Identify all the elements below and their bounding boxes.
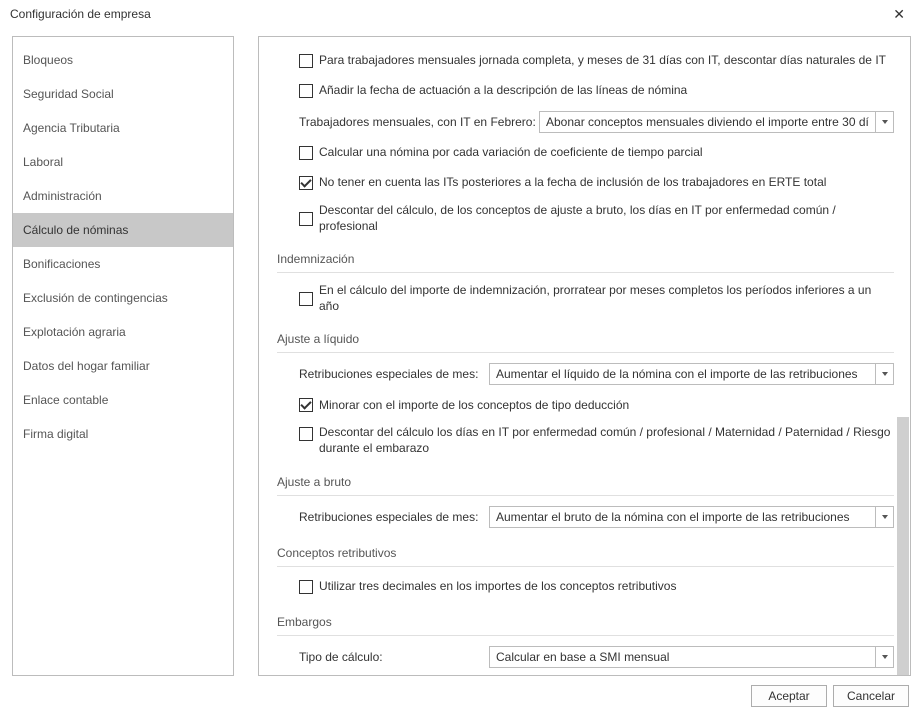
sidebar-item[interactable]: Enlace contable <box>13 383 233 417</box>
checkbox-label: Descontar del cálculo los días en IT por… <box>319 425 894 456</box>
chevron-down-icon <box>875 507 893 527</box>
chevron-down-icon <box>875 647 893 667</box>
sidebar-item[interactable]: Administración <box>13 179 233 213</box>
trab-mensuales-dropdown[interactable]: Abonar conceptos mensuales diviendo el i… <box>539 111 894 133</box>
check-row: En el cálculo del importe de indemnizaci… <box>277 283 894 314</box>
scrollbar-thumb[interactable] <box>897 417 909 675</box>
window-title: Configuración de empresa <box>10 7 151 21</box>
dropdown-value: Aumentar el líquido de la nómina con el … <box>490 367 875 381</box>
checkbox-label: Minorar con el importe de los conceptos … <box>319 398 629 414</box>
titlebar: Configuración de empresa ✕ <box>0 0 923 28</box>
check-row: Utilizar tres decimales en los importes … <box>277 577 894 597</box>
dropdown-value: Calcular en base a SMI mensual <box>490 650 875 664</box>
section-indemnizacion: Indemnización <box>277 244 894 273</box>
trab-mensuales-label: Trabajadores mensuales, con IT en Febrer… <box>299 115 539 129</box>
retrib-bruto-label: Retribuciones especiales de mes: <box>299 510 489 524</box>
sidebar-item[interactable]: Datos del hogar familiar <box>13 349 233 383</box>
checkbox-label: No tener en cuenta las ITs posteriores a… <box>319 175 826 191</box>
checkbox[interactable] <box>299 292 313 306</box>
section-ajuste-bruto: Ajuste a bruto <box>277 467 894 496</box>
check-row: Calcular una nómina por cada variación d… <box>277 143 894 163</box>
tipo-calculo-dropdown[interactable]: Calcular en base a SMI mensual <box>489 646 894 668</box>
check-row: Añadir la fecha de actuación a la descri… <box>277 81 894 101</box>
checkbox-label: Añadir la fecha de actuación a la descri… <box>319 83 687 99</box>
trab-mensuales-row: Trabajadores mensuales, con IT en Febrer… <box>277 111 894 133</box>
check-row: Descontar del cálculo, de los conceptos … <box>277 203 894 234</box>
sidebar-item[interactable]: Agencia Tributaria <box>13 111 233 145</box>
content-panel: Para trabajadores mensuales jornada comp… <box>258 36 911 676</box>
checkbox[interactable] <box>299 398 313 412</box>
sidebar-item[interactable]: Bonificaciones <box>13 247 233 281</box>
sidebar-item[interactable]: Laboral <box>13 145 233 179</box>
dropdown-value: Abonar conceptos mensuales diviendo el i… <box>540 115 875 129</box>
sidebar-item[interactable]: Bloqueos <box>13 43 233 77</box>
dialog-buttons: Aceptar Cancelar <box>751 685 909 707</box>
tipo-calculo-label: Tipo de cálculo: <box>299 650 489 664</box>
dropdown-value: Aumentar el bruto de la nómina con el im… <box>490 510 875 524</box>
checkbox-label: Para trabajadores mensuales jornada comp… <box>319 53 886 69</box>
close-icon[interactable]: ✕ <box>885 4 913 25</box>
sidebar-item[interactable]: Firma digital <box>13 417 233 451</box>
checkbox[interactable] <box>299 54 313 68</box>
retrib-bruto-row: Retribuciones especiales de mes: Aumenta… <box>277 506 894 528</box>
accept-button[interactable]: Aceptar <box>751 685 827 707</box>
retrib-liquido-row: Retribuciones especiales de mes: Aumenta… <box>277 363 894 385</box>
checkbox[interactable] <box>299 146 313 160</box>
check-row: Descontar del cálculo los días en IT por… <box>277 425 894 456</box>
sidebar: BloqueosSeguridad SocialAgencia Tributar… <box>12 36 234 676</box>
checkbox[interactable] <box>299 176 313 190</box>
retrib-bruto-dropdown[interactable]: Aumentar el bruto de la nómina con el im… <box>489 506 894 528</box>
checkbox[interactable] <box>299 427 313 441</box>
section-embargos: Embargos <box>277 607 894 636</box>
checkbox-label: Descontar del cálculo, de los conceptos … <box>319 203 894 234</box>
checkbox[interactable] <box>299 580 313 594</box>
check-row: No tener en cuenta las ITs posteriores a… <box>277 173 894 193</box>
cancel-button[interactable]: Cancelar <box>833 685 909 707</box>
retrib-liquido-label: Retribuciones especiales de mes: <box>299 367 489 381</box>
tipo-calculo-row: Tipo de cálculo: Calcular en base a SMI … <box>277 646 894 668</box>
sidebar-item[interactable]: Cálculo de nóminas <box>13 213 233 247</box>
check-row: Minorar con el importe de los conceptos … <box>277 395 894 415</box>
checkbox[interactable] <box>299 212 313 226</box>
section-ajuste-liquido: Ajuste a líquido <box>277 324 894 353</box>
sidebar-item[interactable]: Seguridad Social <box>13 77 233 111</box>
checkbox-label: Calcular una nómina por cada variación d… <box>319 145 703 161</box>
retrib-liquido-dropdown[interactable]: Aumentar el líquido de la nómina con el … <box>489 363 894 385</box>
chevron-down-icon <box>875 364 893 384</box>
section-conceptos: Conceptos retributivos <box>277 538 894 567</box>
checkbox-label: En el cálculo del importe de indemnizaci… <box>319 283 894 314</box>
checkbox-label: Utilizar tres decimales en los importes … <box>319 579 676 595</box>
check-row: Para trabajadores mensuales jornada comp… <box>277 51 894 71</box>
sidebar-item[interactable]: Exclusión de contingencias <box>13 281 233 315</box>
checkbox[interactable] <box>299 84 313 98</box>
sidebar-item[interactable]: Explotación agraria <box>13 315 233 349</box>
chevron-down-icon <box>875 112 893 132</box>
